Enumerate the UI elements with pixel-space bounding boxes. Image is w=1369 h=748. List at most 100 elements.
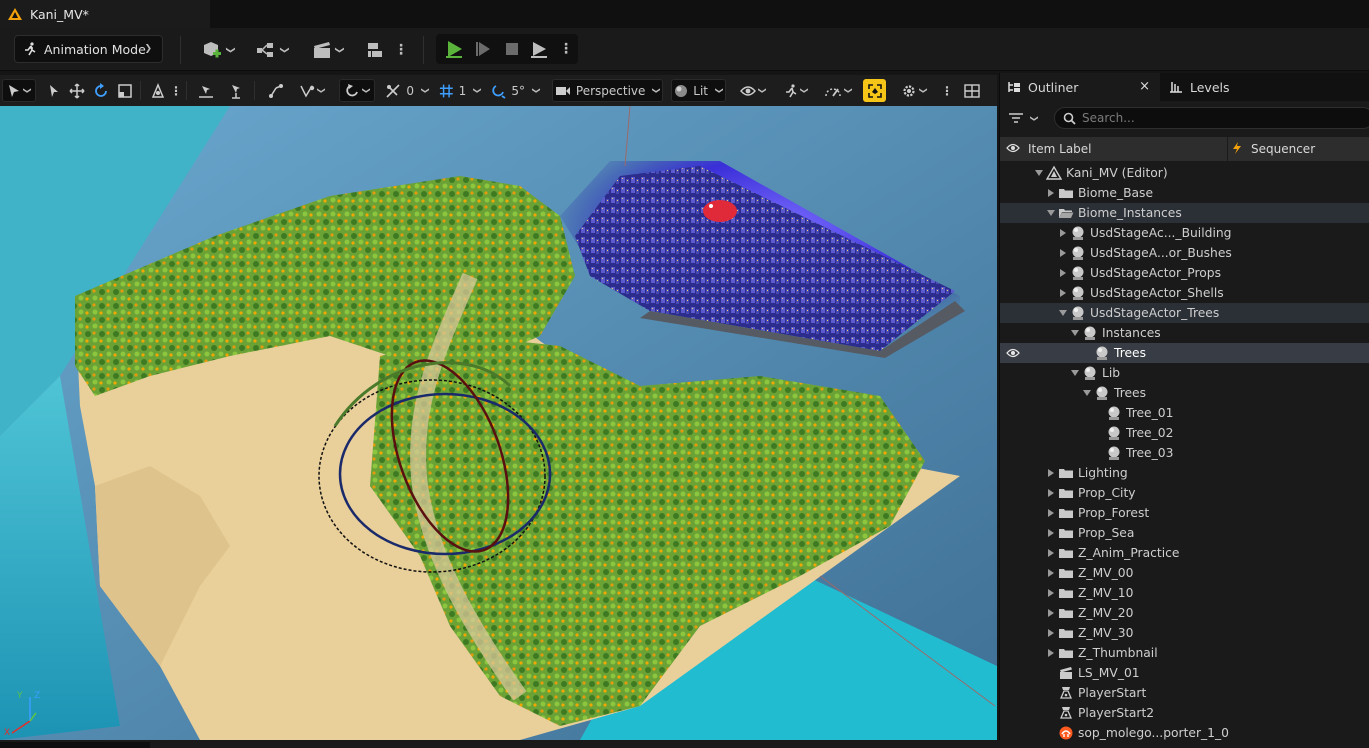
outliner-row[interactable]: Tree_02 [1000, 423, 1369, 443]
collapsed-arrow-icon[interactable] [1046, 648, 1056, 658]
collapsed-arrow-icon[interactable] [1058, 268, 1068, 278]
outliner-row[interactable]: Z_Thumbnail [1000, 643, 1369, 663]
outliner-row[interactable]: Prop_Sea [1000, 523, 1369, 543]
outliner-row[interactable]: Tree_03 [1000, 443, 1369, 463]
transform-space-button[interactable] [148, 79, 168, 102]
scene-render[interactable]: X Y Z [0, 106, 997, 740]
outliner-row[interactable]: Z_Anim_Practice [1000, 543, 1369, 563]
item-label-column[interactable]: Item Label [1028, 142, 1092, 156]
cinematics-button[interactable]: ❯ [308, 38, 346, 62]
add-actor-button[interactable]: ❯ [198, 38, 236, 62]
collapsed-arrow-icon[interactable] [1046, 468, 1056, 478]
outliner-row[interactable]: Trees [1000, 383, 1369, 403]
collapsed-arrow-icon[interactable] [1046, 608, 1056, 618]
advance-frame-button[interactable] [472, 37, 496, 61]
outliner-row[interactable]: UsdStageActor_Props [1000, 263, 1369, 283]
view-mode-dropdown[interactable]: Perspective ❯ [552, 79, 663, 102]
realtime-dropdown[interactable]: ❯ [820, 79, 856, 102]
eject-button[interactable] [527, 37, 551, 61]
rotation-snap-button[interactable]: 5° ❯ [489, 79, 541, 102]
layout-button[interactable] [961, 79, 983, 102]
document-tab[interactable]: Kani_MV* [0, 0, 210, 28]
level-viewport[interactable]: ❯ ⋮ ❯ ❯ 0 ❯ 1 ❯ 5° ❯ Perspective ❯ Lit ❯… [0, 75, 997, 740]
column-divider[interactable] [1227, 137, 1228, 161]
collapsed-arrow-icon[interactable] [1046, 628, 1056, 638]
outliner-row[interactable]: sop_molego...porter_1_0 [1000, 723, 1369, 743]
outliner-row[interactable]: Z_MV_30 [1000, 623, 1369, 643]
outliner-row[interactable]: Lib [1000, 363, 1369, 383]
collapsed-arrow-icon[interactable] [1046, 568, 1056, 578]
tab-outliner[interactable]: Outliner × [1000, 73, 1160, 101]
scale-tool-button[interactable] [115, 79, 135, 102]
rotation-gizmo-dropdown[interactable]: ❯ [339, 79, 375, 102]
filter-button[interactable]: ❯ [1008, 109, 1044, 127]
search-box[interactable] [1054, 107, 1369, 129]
expanded-arrow-icon[interactable] [1046, 208, 1056, 218]
visibility-column-icon[interactable] [1006, 142, 1020, 154]
viewport-settings-dropdown[interactable]: ❯ [896, 79, 932, 102]
snap-to-floor-button[interactable] [196, 79, 216, 102]
performance-dropdown[interactable]: ❯ [780, 79, 812, 102]
expanded-arrow-icon[interactable] [1082, 388, 1092, 398]
collapsed-arrow-icon[interactable] [1046, 588, 1056, 598]
world-space-button[interactable] [266, 79, 286, 102]
outliner-row[interactable]: Lighting [1000, 463, 1369, 483]
grid-snap-button[interactable]: 0 ❯ [384, 79, 430, 102]
collapsed-arrow-icon[interactable] [1046, 188, 1056, 198]
stop-button[interactable] [500, 37, 524, 61]
select-mode-button[interactable]: ❯ [2, 79, 36, 102]
outliner-row[interactable]: Prop_Forest [1000, 503, 1369, 523]
lighting-mode-dropdown[interactable]: Lit ❯ [671, 79, 726, 102]
collapsed-arrow-icon[interactable] [1058, 288, 1068, 298]
play-button[interactable] [442, 37, 466, 61]
outliner-row[interactable]: UsdStageAc..._Building [1000, 223, 1369, 243]
translate-tool-button[interactable] [67, 79, 87, 102]
bottom-scroll-bar[interactable] [0, 742, 150, 748]
collapsed-arrow-icon[interactable] [1046, 548, 1056, 558]
outliner-row[interactable]: PlayerStart [1000, 683, 1369, 703]
tools-more-icon[interactable]: ⋮ [170, 79, 182, 102]
build-button[interactable] [362, 38, 388, 62]
expanded-arrow-icon[interactable] [1070, 328, 1080, 338]
outliner-row[interactable]: Z_MV_20 [1000, 603, 1369, 623]
viewport-more-icon[interactable]: ⋮ [941, 79, 953, 102]
expanded-arrow-icon[interactable] [1034, 168, 1044, 178]
close-icon[interactable]: × [1139, 79, 1150, 94]
search-input[interactable] [1082, 111, 1342, 125]
collapsed-arrow-icon[interactable] [1058, 228, 1068, 238]
tab-levels[interactable]: Levels [1162, 73, 1282, 101]
expanded-arrow-icon[interactable] [1070, 368, 1080, 378]
outliner-row[interactable]: Tree_01 [1000, 403, 1369, 423]
mode-selector-button[interactable]: Animation Mode ❯ [14, 35, 163, 63]
outliner-row[interactable]: Prop_City [1000, 483, 1369, 503]
rotate-tool-button[interactable] [91, 79, 111, 102]
outliner-row[interactable]: Trees [1000, 343, 1369, 363]
outliner-row[interactable]: PlayerStart2 [1000, 703, 1369, 723]
outliner-row[interactable]: Biome_Instances [1000, 203, 1369, 223]
outliner-row[interactable]: Biome_Base [1000, 183, 1369, 203]
sequencer-column[interactable]: Sequencer [1251, 142, 1315, 156]
collapsed-arrow-icon[interactable] [1046, 488, 1056, 498]
outliner-row[interactable]: UsdStageActor_Shells [1000, 283, 1369, 303]
expanded-arrow-icon[interactable] [1058, 308, 1068, 318]
outliner-row[interactable]: Z_MV_00 [1000, 563, 1369, 583]
collapsed-arrow-icon[interactable] [1058, 248, 1068, 258]
more-options-icon[interactable]: ⋮ [393, 38, 409, 62]
play-options-icon[interactable]: ⋮ [558, 37, 574, 61]
location-snap-button[interactable]: 1 ❯ [439, 79, 482, 102]
surface-snap-button[interactable] [226, 79, 246, 102]
surface-snapping-dropdown[interactable]: ❯ [296, 79, 328, 102]
outliner-row[interactable]: Z_MV_10 [1000, 583, 1369, 603]
outliner-row[interactable]: UsdStageActor_Trees [1000, 303, 1369, 323]
outliner-row[interactable]: Instances [1000, 323, 1369, 343]
outliner-row[interactable]: Kani_MV (Editor) [1000, 163, 1369, 183]
show-flags-dropdown[interactable]: ❯ [734, 79, 772, 102]
outliner-row[interactable]: UsdStageA...or_Bushes [1000, 243, 1369, 263]
outliner-row[interactable]: LS_MV_01 [1000, 663, 1369, 683]
select-tool-button[interactable] [44, 79, 64, 102]
blueprint-button[interactable]: ❯ [252, 38, 290, 62]
visibility-eye-icon[interactable] [1006, 347, 1020, 359]
collapsed-arrow-icon[interactable] [1046, 528, 1056, 538]
game-view-toggle[interactable] [863, 79, 886, 102]
collapsed-arrow-icon[interactable] [1046, 508, 1056, 518]
